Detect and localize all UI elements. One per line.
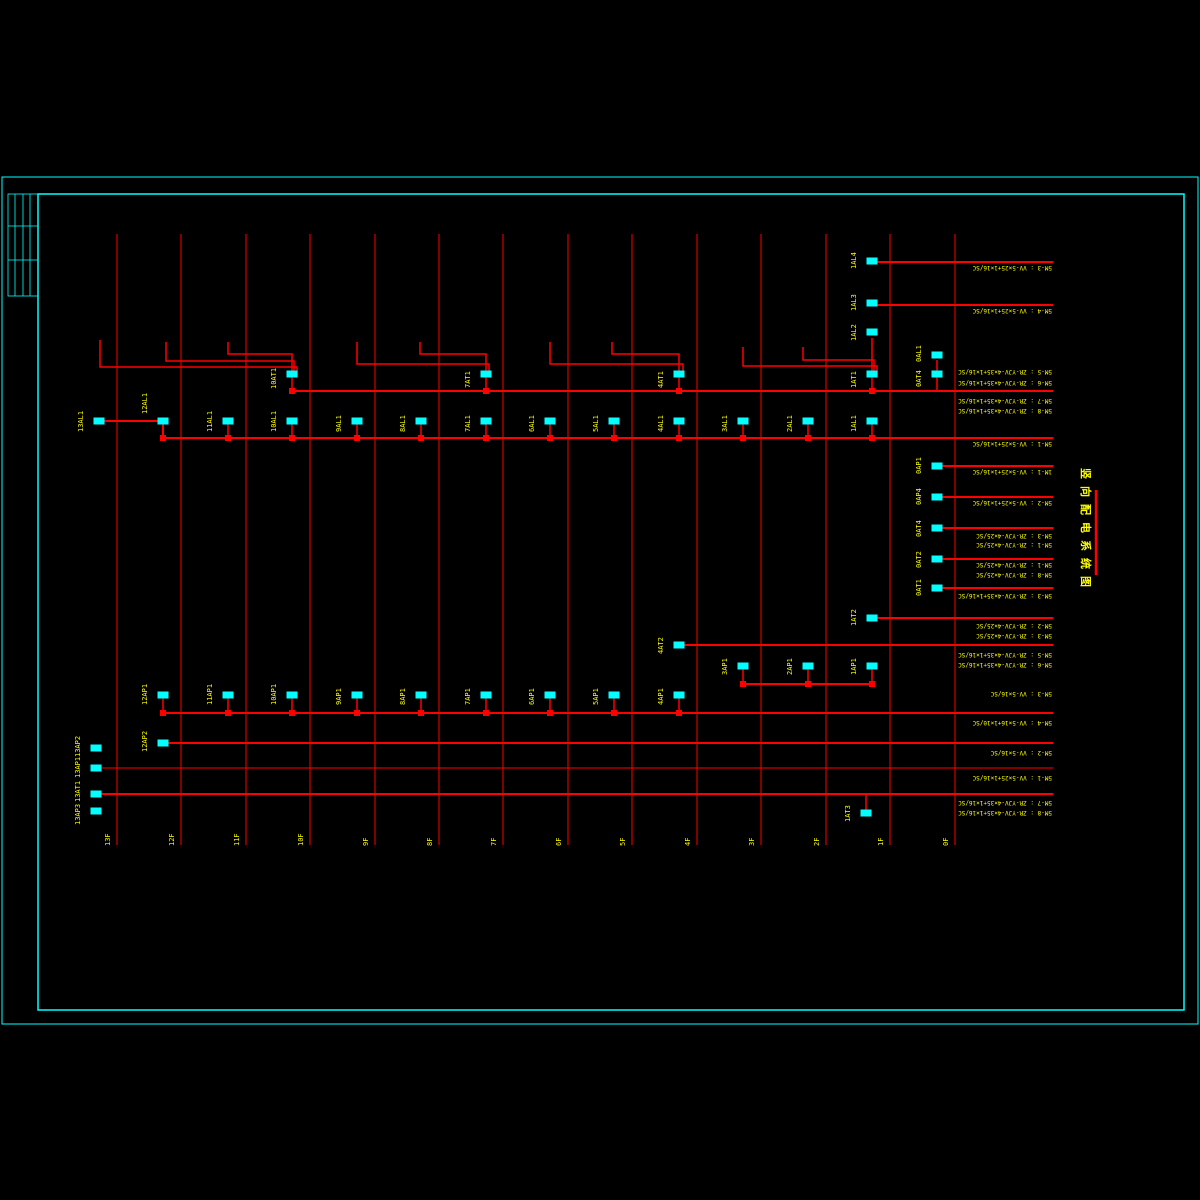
panel-label: 10AT1: [270, 368, 278, 389]
panel-label: 1AL3: [850, 294, 858, 311]
cable-label: 5M-7 : ZR-YJV-4×35+1×16/SC: [958, 799, 1052, 806]
panel-label: 4AT2: [657, 637, 665, 654]
panel-label: 0AP4: [915, 488, 923, 505]
diagram-title: 竖向配电系统图: [1079, 468, 1098, 594]
floor-label: 11F: [233, 833, 241, 846]
panel-label: 1AL1: [850, 415, 858, 432]
panel-label: 1AT1: [850, 371, 858, 388]
cable-label: 5M-8 : ZR-YJV-4×25/SC: [976, 571, 1052, 578]
feeders: [96, 261, 1053, 795]
panel-label: 13AP3: [74, 804, 82, 825]
cable-label: 5M-1 : ZR-YJV-4×25/SC: [976, 541, 1052, 548]
floor-label: 10F: [297, 833, 305, 846]
panel-label: 0AT1: [915, 579, 923, 596]
panel-label: 10AP1: [270, 684, 278, 705]
panel-label: 3AP1: [721, 658, 729, 675]
panel-label: 7AL1: [464, 415, 472, 432]
panel-label: 6AL1: [528, 415, 536, 432]
panel-label: 13AL1: [77, 411, 85, 432]
riser-diagram: 1AL4 1AL3 1AL2 1AT1 0AL1 0AT4 10AT1 7AT1…: [1, 176, 1199, 1025]
floor-label: 3F: [748, 838, 756, 846]
cable-labels: 5M-3 : VV-5×25+1×16/SC 5M-4 : VV-5×25+1×…: [958, 264, 1052, 816]
cable-label: 5M-1 : VV-5×25+1×16/SC: [972, 440, 1052, 447]
cable-label: 5M-8 : ZR-YJV-4×35+1×16/SC: [958, 407, 1052, 414]
panel-label: 0AT2: [915, 551, 923, 568]
panel-label: 12AP1: [141, 684, 149, 705]
panel-boxes: [90, 257, 943, 817]
panel-label: 1AL2: [850, 324, 858, 341]
cable-label: 5M-4 : VV-5×25+1×16/SC: [972, 307, 1052, 314]
panel-label: 7AP1: [464, 688, 472, 705]
cable-label: 5M-2 : VV-5×25+1×16/SC: [972, 499, 1052, 506]
panel-label: 3AL1: [721, 415, 729, 432]
cable-label: 5M-3 : VV-5×16/SC: [990, 690, 1052, 697]
panel-label: 1AP1: [850, 658, 858, 675]
panel-label: 4AT1: [657, 371, 665, 388]
panel-label: 13AP2: [74, 736, 82, 757]
panel-label: 2AP1: [786, 658, 794, 675]
floor-label: 9F: [362, 838, 370, 846]
panel-label: 9AL1: [335, 415, 343, 432]
panel-label: 0AT4: [915, 520, 923, 537]
cable-label: 5M-2 : VV-5×16/SC: [990, 749, 1052, 756]
floor-label: 5F: [619, 838, 627, 846]
floor-label: 12F: [168, 833, 176, 846]
cable-label: 5M-7 : ZR-YJV-4×35+1×16/SC: [958, 397, 1052, 404]
floor-label: 7F: [490, 838, 498, 846]
cable-label: 5M-4 : VV-5×16+1×10/SC: [972, 719, 1052, 726]
panel-label: 0AP1: [915, 457, 923, 474]
floor-label: 2F: [813, 838, 821, 846]
cable-label: 5M-8 : ZR-YJV-4×35+1×16/SC: [958, 809, 1052, 816]
cable-label: 5M-3 : ZR-YJV-4×35+1×16/SC: [958, 592, 1052, 599]
cable-label: 5M-6 : ZR-YJV-4×35+1×16/SC: [958, 379, 1052, 386]
cable-label: 5M-6 : ZR-YJV-4×35+1×16/SC: [958, 661, 1052, 668]
floor-label: 1F: [877, 838, 885, 846]
cable-label: 5M-3 : VV-5×25+1×16/SC: [972, 264, 1052, 271]
panel-label: 8AL1: [399, 415, 407, 432]
floor-label: 6F: [555, 838, 563, 846]
panel-label: 7AT1: [464, 371, 472, 388]
panel-label: 4AP1: [657, 688, 665, 705]
floor-lines: [116, 234, 956, 845]
cable-label: 5M-2 : ZR-YJV-4×25/SC: [976, 622, 1052, 629]
panel-label: 10AL1: [270, 411, 278, 432]
panel-label: 1AL4: [850, 252, 858, 269]
floor-label: 4F: [684, 838, 692, 846]
panel-label: 1AT2: [850, 609, 858, 626]
panel-label: 0AL1: [915, 345, 923, 362]
panel-label: 11AP1: [206, 684, 214, 705]
cable-label: 5M-1 : ZR-YJV-4×25/SC: [976, 561, 1052, 568]
cable-label: 5M-3 : ZR-YJV-4×25/SC: [976, 532, 1052, 539]
panel-label: 4AL1: [657, 415, 665, 432]
cable-label: 1M-1 : VV-5×25+1×16/SC: [972, 468, 1052, 475]
floor-labels: 13F 12F 11F 10F 9F 8F 7F 6F 5F 4F 3F 2F …: [104, 833, 950, 846]
floor-label: 13F: [104, 833, 112, 846]
panel-label: 5AP1: [592, 688, 600, 705]
panel-label: 13AP1: [74, 757, 82, 778]
cable-label: 5M-5 : ZR-YJV-4×35+1×16/SC: [958, 368, 1052, 375]
floor-label: 0F: [942, 838, 950, 846]
panel-label: 1AT3: [844, 805, 852, 822]
panel-label: 6AP1: [528, 688, 536, 705]
title-block: [7, 193, 39, 297]
panel-label: 11AL1: [206, 411, 214, 432]
panel-label: 0AT4: [915, 370, 923, 387]
panel-label: 12AP2: [141, 731, 149, 752]
panel-label: 5AL1: [592, 415, 600, 432]
cable-label: 5M-1 : VV-5×25+1×16/SC: [972, 774, 1052, 781]
panel-label: 12AL1: [141, 393, 149, 414]
panel-labels: 1AL4 1AL3 1AL2 1AT1 0AL1 0AT4 10AT1 7AT1…: [74, 252, 923, 825]
panel-label: 8AP1: [399, 688, 407, 705]
panel-label: 13AT1: [74, 781, 82, 802]
emergency-branches: [99, 338, 938, 812]
cable-label: 5M-3 : ZR-YJV-4×25/SC: [976, 632, 1052, 639]
floor-label: 8F: [426, 838, 434, 846]
panel-label: 9AP1: [335, 688, 343, 705]
diagram-title-text: 竖向配电系统图: [1079, 468, 1093, 594]
cable-label: 5M-5 : ZR-YJV-4×35+1×16/SC: [958, 651, 1052, 658]
panel-label: 2AL1: [786, 415, 794, 432]
al-bus-drops: [162, 421, 873, 713]
